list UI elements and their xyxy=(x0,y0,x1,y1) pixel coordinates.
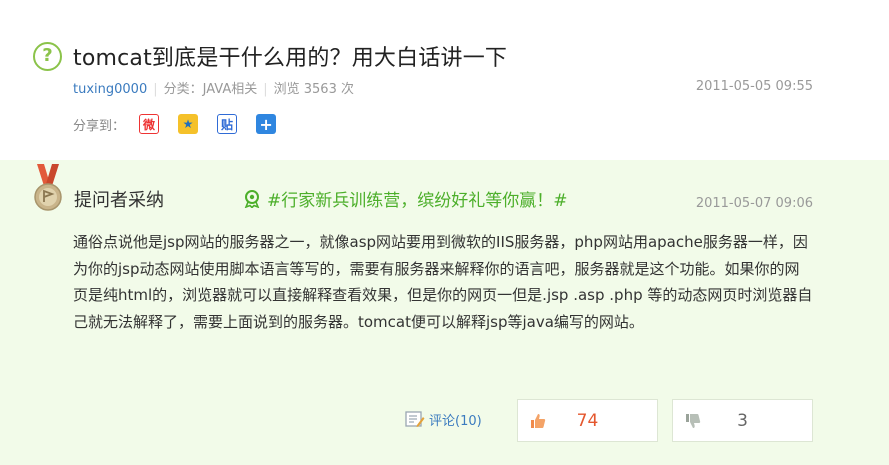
question-header: ? tomcat到底是干什么用的？用大白话讲一下 tuxing0000 | 分类：J… xyxy=(0,0,889,160)
share-label: 分享到： xyxy=(73,118,126,134)
author-link[interactable]: tuxing0000 xyxy=(73,82,147,97)
answer-body: 通俗点说他是jsp网站的服务器之一，就像asp网站要用到微软的IIS服务器，ph… xyxy=(73,233,813,331)
answer-date: 2011-05-07 09:06 xyxy=(695,196,813,211)
question-meta: tuxing0000 | 分类：JAVA相关 | 浏览 3563 次 xyxy=(73,78,354,97)
promo-link[interactable]: #行家新兵训练营，缤纷好礼等你赢！# xyxy=(243,186,568,211)
category-label[interactable]: 分类：JAVA相关 xyxy=(164,82,258,97)
promo-text: #行家新兵训练营，缤纷好礼等你赢！# xyxy=(267,191,568,211)
adopted-label: 提问者采纳 xyxy=(74,190,164,211)
meta-separator: | xyxy=(263,82,268,97)
qzone-icon[interactable]: ★ xyxy=(178,114,199,134)
question-title: tomcat到底是干什么用的？用大白话讲一下 xyxy=(73,46,508,71)
question-date: 2011-05-05 09:55 xyxy=(695,79,813,94)
more-share-icon[interactable]: + xyxy=(256,114,277,134)
upvote-count: 74 xyxy=(576,411,599,431)
downvote-count: 3 xyxy=(737,411,748,431)
question-icon: ? xyxy=(33,42,62,71)
upvote-button[interactable]: 74 xyxy=(517,399,658,442)
downvote-button[interactable]: 3 xyxy=(672,399,813,442)
tieba-icon[interactable]: 贴 xyxy=(217,114,238,134)
promo-icon xyxy=(244,189,260,208)
weibo-icon[interactable]: 微 xyxy=(139,114,160,134)
comment-link[interactable]: 评论(10) xyxy=(405,410,482,429)
comment-icon xyxy=(405,411,425,427)
view-count: 浏览 3563 次 xyxy=(273,82,354,97)
comment-count: 评论(10) xyxy=(429,414,482,429)
meta-separator: | xyxy=(153,82,158,97)
medal-icon xyxy=(34,164,62,211)
share-bar: 分享到： 微 ★ 贴 + xyxy=(73,114,295,134)
